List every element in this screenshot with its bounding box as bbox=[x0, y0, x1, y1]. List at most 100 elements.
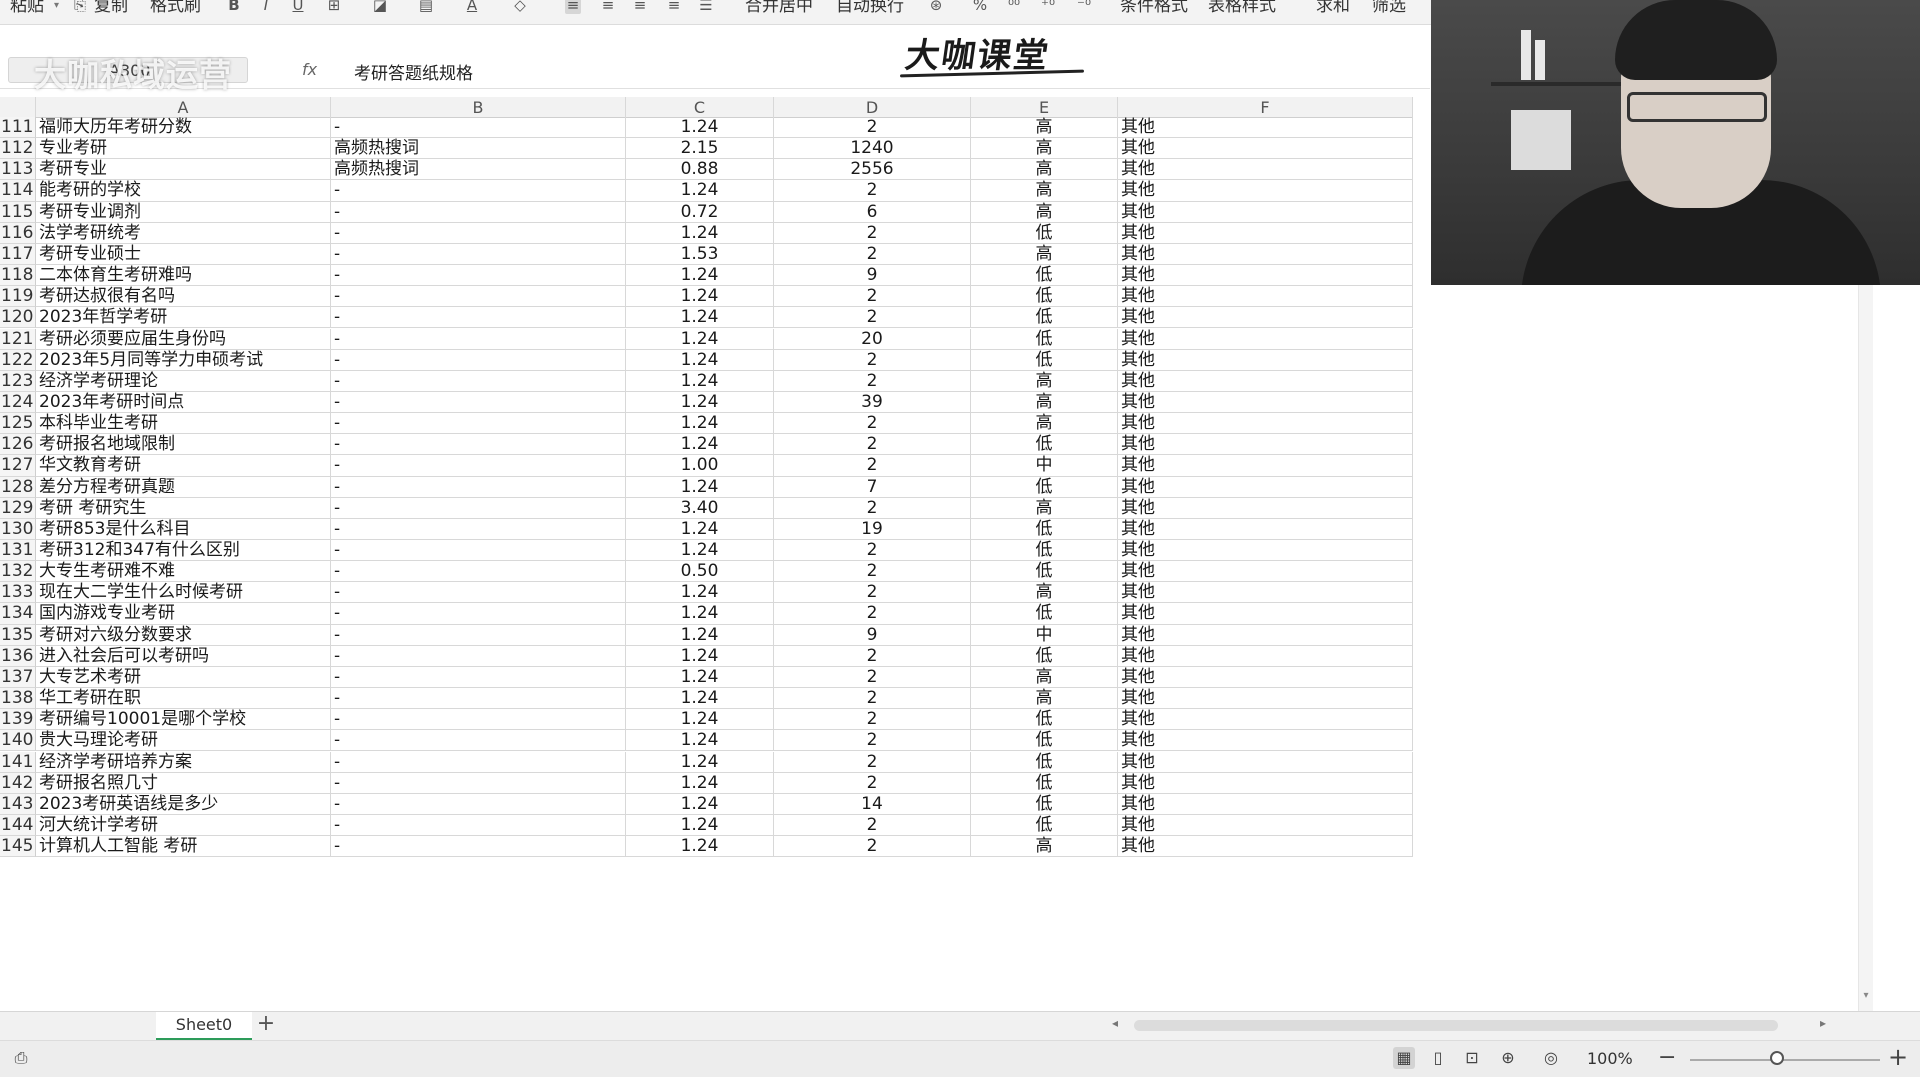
row-number[interactable]: 139 bbox=[0, 709, 36, 731]
distributed-align-icon[interactable]: ☰ bbox=[698, 0, 714, 14]
fill-color-icon[interactable]: ◪ bbox=[372, 0, 388, 14]
row-number[interactable]: 141 bbox=[0, 751, 36, 773]
border-icon[interactable]: ⊞ bbox=[326, 0, 342, 14]
cell-tag[interactable]: - bbox=[331, 666, 626, 689]
table-row[interactable]: 112 专业考研 高频热搜词 2.15 1240 高其他 bbox=[0, 138, 1413, 160]
cell-value-c[interactable]: 1.24 bbox=[626, 328, 774, 350]
zoom-out-button[interactable]: − bbox=[1658, 1045, 1676, 1070]
cell-keyword[interactable]: 能考研的学校 bbox=[36, 180, 331, 202]
cell-level[interactable]: 高 bbox=[971, 117, 1118, 139]
cell-value-d[interactable]: 2556 bbox=[774, 159, 971, 181]
cell-value-c[interactable]: 1.24 bbox=[626, 814, 774, 837]
cell-keyword[interactable]: 考研专业 bbox=[36, 159, 331, 181]
cell-keyword[interactable]: 2023年5月同等学力申硕考试 bbox=[36, 349, 331, 371]
cell-value-d[interactable]: 2 bbox=[774, 772, 971, 794]
table-row[interactable]: 142 考研报名照几寸 -1.24 2 低其他 bbox=[0, 772, 1413, 794]
cell-value-d[interactable]: 2 bbox=[774, 666, 971, 689]
clear-format-icon[interactable]: ◇ bbox=[512, 0, 528, 14]
cell-value-d[interactable]: 20 bbox=[774, 328, 971, 350]
cell-category[interactable]: 其他 bbox=[1118, 497, 1413, 519]
cell-value-d[interactable]: 2 bbox=[774, 413, 971, 435]
align-right-icon[interactable]: ≡ bbox=[632, 0, 648, 14]
cell-value-c[interactable]: 1.24 bbox=[626, 836, 774, 858]
cell-category[interactable]: 其他 bbox=[1118, 117, 1413, 139]
cell-value-c[interactable]: 1.24 bbox=[626, 793, 774, 815]
row-number[interactable]: 137 bbox=[0, 666, 36, 689]
cell-value-c[interactable]: 1.24 bbox=[626, 603, 774, 625]
cell-value-c[interactable]: 1.24 bbox=[626, 434, 774, 456]
cell-level[interactable]: 低 bbox=[971, 814, 1118, 837]
cell-keyword[interactable]: 2023年哲学考研 bbox=[36, 307, 331, 329]
cell-value-c[interactable]: 1.24 bbox=[626, 582, 774, 604]
cell-category[interactable]: 其他 bbox=[1118, 243, 1413, 266]
row-number[interactable]: 119 bbox=[0, 286, 36, 308]
cell-value-c[interactable]: 1.24 bbox=[626, 751, 774, 773]
cell-value-d[interactable]: 2 bbox=[774, 582, 971, 604]
cell-value-c[interactable]: 1.24 bbox=[626, 307, 774, 329]
row-number[interactable]: 121 bbox=[0, 328, 36, 350]
cell-value-d[interactable]: 2 bbox=[774, 370, 971, 392]
row-number[interactable]: 143 bbox=[0, 793, 36, 815]
conditional-format-button[interactable]: 条件格式 bbox=[1120, 0, 1188, 18]
percent-button[interactable]: % bbox=[972, 0, 988, 14]
row-number[interactable]: 142 bbox=[0, 772, 36, 794]
row-number[interactable]: 133 bbox=[0, 582, 36, 604]
fx-icon[interactable]: fx bbox=[302, 60, 317, 79]
table-row[interactable]: 132 大专生考研难不难 -0.50 2 低其他 bbox=[0, 561, 1413, 583]
table-row[interactable]: 136 进入社会后可以考研吗 -1.24 2 低其他 bbox=[0, 645, 1413, 667]
cell-tag[interactable]: 高频热搜词 bbox=[331, 138, 626, 160]
row-number[interactable]: 125 bbox=[0, 413, 36, 435]
cell-value-d[interactable]: 2 bbox=[774, 688, 971, 710]
cell-tag[interactable]: - bbox=[331, 561, 626, 583]
table-row[interactable]: 139 考研编号10001是哪个学校 -1.24 2 低其他 bbox=[0, 709, 1413, 731]
cell-category[interactable]: 其他 bbox=[1118, 159, 1413, 181]
cell-value-c[interactable]: 0.88 bbox=[626, 159, 774, 181]
table-row[interactable]: 114 能考研的学校 -1.24 2 高其他 bbox=[0, 180, 1413, 202]
cell-value-d[interactable]: 2 bbox=[774, 180, 971, 202]
cell-value-c[interactable]: 1.53 bbox=[626, 243, 774, 266]
cell-category[interactable]: 其他 bbox=[1118, 307, 1413, 329]
horizontal-scrollbar[interactable] bbox=[1134, 1020, 1778, 1031]
cell-value-d[interactable]: 2 bbox=[774, 645, 971, 667]
cell-tag[interactable]: - bbox=[331, 751, 626, 773]
cell-category[interactable]: 其他 bbox=[1118, 434, 1413, 456]
cell-keyword[interactable]: 本科毕业生考研 bbox=[36, 413, 331, 435]
cell-value-c[interactable]: 1.24 bbox=[626, 391, 774, 414]
row-number[interactable]: 118 bbox=[0, 265, 36, 287]
cell-value-d[interactable]: 2 bbox=[774, 561, 971, 583]
cell-keyword[interactable]: 进入社会后可以考研吗 bbox=[36, 645, 331, 667]
table-row[interactable]: 128 差分方程考研真题 -1.24 7 低其他 bbox=[0, 476, 1413, 498]
cell-value-c[interactable]: 0.72 bbox=[626, 201, 774, 223]
cell-keyword[interactable]: 经济学考研培养方案 bbox=[36, 751, 331, 773]
cell-level[interactable]: 低 bbox=[971, 772, 1118, 794]
cell-level[interactable]: 低 bbox=[971, 709, 1118, 731]
table-row[interactable]: 122 2023年5月同等学力申硕考试 -1.24 2 低其他 bbox=[0, 349, 1413, 371]
cell-value-d[interactable]: 2 bbox=[774, 117, 971, 139]
cell-category[interactable]: 其他 bbox=[1118, 730, 1413, 752]
filter-button[interactable]: 筛选 bbox=[1372, 0, 1406, 18]
row-number[interactable]: 126 bbox=[0, 434, 36, 456]
cell-tag[interactable]: - bbox=[331, 307, 626, 329]
cell-tag[interactable]: - bbox=[331, 709, 626, 731]
cell-tag[interactable]: - bbox=[331, 222, 626, 244]
cell-value-d[interactable]: 19 bbox=[774, 518, 971, 540]
row-number[interactable]: 135 bbox=[0, 624, 36, 646]
cell-category[interactable]: 其他 bbox=[1118, 624, 1413, 646]
cell-category[interactable]: 其他 bbox=[1118, 222, 1413, 244]
paste-button[interactable]: 粘贴 bbox=[10, 0, 44, 18]
cell-tag[interactable]: - bbox=[331, 349, 626, 371]
cell-keyword[interactable]: 大专艺术考研 bbox=[36, 666, 331, 689]
cell-tag[interactable]: - bbox=[331, 645, 626, 667]
table-row[interactable]: 127 华文教育考研 -1.00 2 中其他 bbox=[0, 455, 1413, 477]
row-number[interactable]: 115 bbox=[0, 201, 36, 223]
cell-category[interactable]: 其他 bbox=[1118, 201, 1413, 223]
row-number[interactable]: 134 bbox=[0, 603, 36, 625]
cell-value-c[interactable]: 1.24 bbox=[626, 772, 774, 794]
column-header-f[interactable]: F bbox=[1118, 97, 1413, 117]
bold-button[interactable]: B bbox=[226, 0, 242, 14]
cell-category[interactable]: 其他 bbox=[1118, 349, 1413, 371]
cell-category[interactable]: 其他 bbox=[1118, 709, 1413, 731]
cell-keyword[interactable]: 差分方程考研真题 bbox=[36, 476, 331, 498]
add-sheet-button[interactable]: + bbox=[255, 1012, 277, 1038]
cell-level[interactable]: 低 bbox=[971, 751, 1118, 773]
